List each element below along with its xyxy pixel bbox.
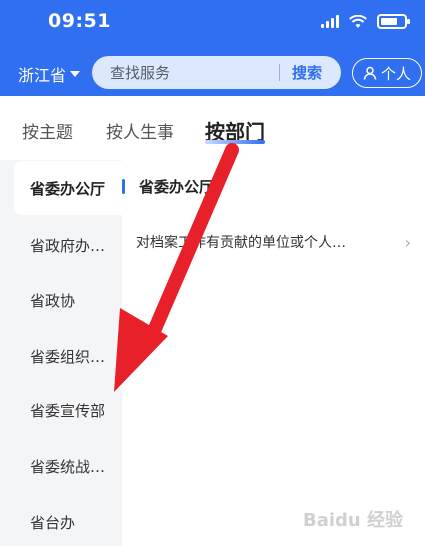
status-time: 09:51 (48, 10, 111, 32)
province-selector[interactable]: 浙江省 (18, 62, 81, 86)
watermark-text: Baidu 经验 (302, 510, 403, 531)
department-title: 省委办公厅 (122, 176, 214, 197)
sidebar-item-taiwan-office[interactable]: 省台办 (0, 495, 122, 546)
personal-label: 个人 (380, 64, 411, 83)
personal-button[interactable]: 个人 (352, 58, 422, 88)
sidebar-item-gov-office[interactable]: 省政府办… (0, 218, 122, 272)
status-icons (321, 14, 410, 29)
caret-down-icon (70, 71, 81, 77)
sidebar-item-office[interactable]: 省委办公厅 (14, 161, 122, 215)
search-bar[interactable]: 查找服务 搜索 (92, 56, 341, 89)
category-tabs: 按主题 按人生事 按部门 (0, 96, 425, 156)
department-content: 省委办公厅 对档案工作有贡献的单位或个人… › (122, 160, 425, 546)
search-divider (279, 64, 280, 81)
department-sidebar: 省委办公厅 省政府办… 省政协 省委组织… 省委宣传部 省委统战… 省台办 (0, 160, 122, 546)
wifi-icon (349, 14, 367, 28)
chevron-right-icon: › (404, 232, 411, 252)
sidebar-item-united-front[interactable]: 省委统战… (0, 439, 122, 493)
tab-by-topic[interactable]: 按主题 (22, 118, 73, 143)
list-item[interactable]: 对档案工作有贡献的单位或个人… › (136, 232, 411, 252)
watermark-logo: Baidu 经验 (303, 506, 403, 532)
service-label: 对档案工作有贡献的单位或个人… (136, 235, 346, 251)
sidebar-item-publicity[interactable]: 省委宣传部 (0, 383, 122, 437)
person-icon (363, 66, 377, 80)
province-label: 浙江省 (18, 66, 67, 85)
search-input[interactable]: 查找服务 (110, 62, 170, 83)
search-button[interactable]: 搜索 (292, 62, 322, 83)
sidebar-item-cppcc[interactable]: 省政协 (0, 273, 122, 327)
active-tab-indicator (205, 140, 265, 144)
department-title-text: 省委办公厅 (139, 178, 215, 196)
title-accent-bar (122, 179, 125, 194)
battery-icon (377, 14, 410, 29)
tab-by-life-event[interactable]: 按人生事 (106, 118, 174, 143)
app-header: 09:51 浙江省 查找服务 搜索 个人 (0, 0, 425, 96)
signal-icon (321, 15, 339, 28)
sidebar-item-organization[interactable]: 省委组织… (0, 329, 122, 383)
